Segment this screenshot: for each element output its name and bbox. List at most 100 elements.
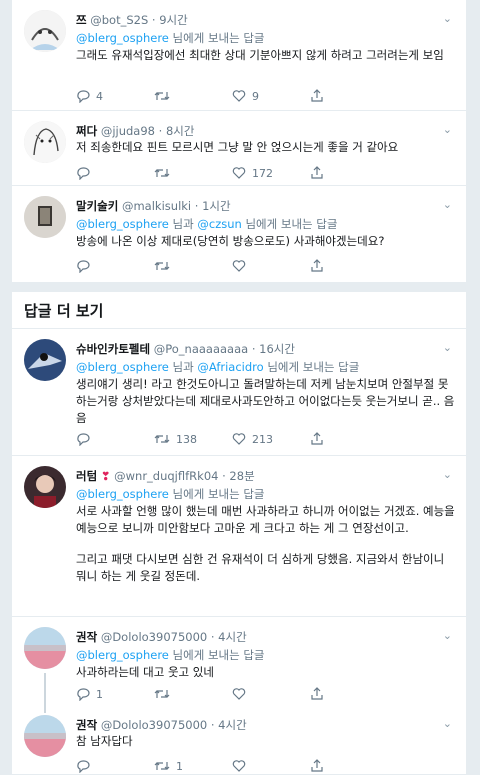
chevron-down-icon[interactable]: ⌄ — [443, 12, 452, 25]
display-name[interactable]: 러텀 — [76, 469, 97, 483]
mention-link[interactable]: @blerg_osphere — [76, 31, 169, 45]
thread-line — [44, 673, 46, 713]
retweet-icon — [154, 435, 170, 443]
mention-link[interactable]: @czsun — [197, 217, 241, 231]
chevron-down-icon[interactable]: ⌄ — [443, 468, 452, 481]
avatar[interactable] — [24, 715, 66, 757]
avatar[interactable] — [24, 121, 66, 163]
chevron-down-icon[interactable]: ⌄ — [443, 717, 452, 730]
retweet-button[interactable] — [154, 259, 176, 273]
more-replies-heading[interactable]: 답글 더 보기 — [24, 300, 103, 321]
reply-button[interactable] — [76, 432, 96, 446]
mention-link[interactable]: @blerg_osphere — [76, 217, 169, 231]
retweet-button[interactable]: 138 — [154, 432, 197, 446]
chevron-down-icon[interactable]: ⌄ — [443, 629, 452, 642]
mention-link[interactable]: @blerg_osphere — [76, 648, 169, 662]
share-button[interactable] — [310, 259, 324, 273]
share-icon — [311, 259, 323, 272]
like-count: 9 — [252, 89, 259, 103]
user-handle[interactable]: @malkisulki — [122, 199, 191, 213]
tweet-header: 쩌다 @jjuda98 · 8시간 — [76, 123, 194, 139]
timestamp[interactable]: · 28분 — [222, 469, 255, 483]
reply-button[interactable]: 4 — [76, 89, 103, 103]
user-handle[interactable]: @bot_S2S — [90, 13, 148, 27]
like-button[interactable]: 9 — [232, 89, 259, 103]
tweet-actions: 4 9 — [76, 89, 336, 105]
reply-context: @blerg_osphere 님에게 보내는 답글 — [76, 647, 265, 663]
reply-button[interactable]: 1 — [76, 687, 103, 701]
like-button[interactable]: 172 — [232, 166, 273, 180]
mention-link[interactable]: @Afriacidro — [197, 360, 263, 374]
share-button[interactable] — [310, 759, 324, 773]
reply-context: @blerg_osphere 님에게 보내는 답글 — [76, 30, 265, 46]
reply-icon — [77, 433, 90, 446]
user-handle[interactable]: @jjuda98 — [101, 124, 155, 138]
tweet-card[interactable]: 권작 @Dololo39075000 · 4시간 ⌄ @blerg_ospher… — [12, 617, 466, 713]
retweet-button[interactable]: 1 — [154, 759, 183, 773]
avatar[interactable] — [24, 339, 66, 381]
tweet-text: 방송에 나온 이상 제대로(당연히 방송으로도) 사과해야겠는데요? — [76, 234, 385, 248]
share-button[interactable] — [310, 432, 324, 446]
display-name[interactable]: 말키술키 — [76, 199, 118, 213]
tweet-text: 그래도 유재석입장에선 최대한 상대 기분아쁘지 않게 하려고 그러려는게 보임 — [76, 48, 444, 62]
tweet-card[interactable]: 권작 @Dololo39075000 · 4시간 ⌄ 참 남자답다 1 — [12, 709, 466, 774]
tweet-header: 권작 @Dololo39075000 · 4시간 — [76, 629, 247, 645]
mention-link[interactable]: @blerg_osphere — [76, 487, 169, 501]
user-handle[interactable]: @Dololo39075000 — [101, 630, 207, 644]
like-count: 213 — [252, 432, 273, 446]
retweet-icon — [154, 262, 170, 270]
timestamp[interactable]: · 8시간 — [159, 124, 195, 138]
like-button[interactable] — [232, 759, 252, 773]
tweet-text: 사과하라는데 대고 웃고 있네 — [76, 665, 214, 679]
avatar[interactable] — [24, 10, 66, 52]
tweet-card[interactable]: 말키술키 @malkisulki · 1시간 ⌄ @blerg_osphere … — [12, 186, 466, 280]
timestamp[interactable]: · 16시간 — [252, 342, 295, 356]
like-icon — [232, 167, 246, 179]
like-icon — [232, 90, 246, 102]
avatar[interactable] — [24, 466, 66, 508]
tweet-card[interactable]: 쩌다 @jjuda98 · 8시간 ⌄ 저 죄송한데요 핀트 모르시면 그냥 말… — [12, 111, 466, 185]
retweet-button[interactable] — [154, 166, 176, 180]
display-name[interactable]: 권작 — [76, 630, 97, 644]
reply-count: 4 — [96, 89, 103, 103]
share-button[interactable] — [310, 166, 324, 180]
reply-button[interactable] — [76, 259, 96, 273]
chevron-down-icon[interactable]: ⌄ — [443, 198, 452, 211]
reply-icon — [77, 760, 90, 773]
timestamp[interactable]: · 4시간 — [211, 630, 247, 644]
timestamp[interactable]: · 9시간 — [152, 13, 188, 27]
reply-button[interactable] — [76, 166, 96, 180]
avatar[interactable] — [24, 196, 66, 238]
share-button[interactable] — [310, 89, 324, 103]
like-button[interactable]: 213 — [232, 432, 273, 446]
display-name[interactable]: 권작 — [76, 718, 97, 732]
like-count: 172 — [252, 166, 273, 180]
chevron-down-icon[interactable]: ⌄ — [443, 123, 452, 136]
display-name[interactable]: 쯔 — [76, 13, 87, 27]
like-icon — [232, 433, 246, 445]
tweet-card[interactable]: 러텀 ❣ @wnr_duqjflfRk04 · 28분 ⌄ @blerg_osp… — [12, 456, 466, 614]
share-button[interactable] — [310, 687, 324, 701]
tweet-header: 러텀 ❣ @wnr_duqjflfRk04 · 28분 — [76, 468, 255, 484]
tweet-card[interactable]: 쯔 @bot_S2S · 9시간 ⌄ @blerg_osphere 님에게 보내… — [12, 0, 466, 108]
like-button[interactable] — [232, 687, 252, 701]
display-name[interactable]: 쩌다 — [76, 124, 97, 138]
chevron-down-icon[interactable]: ⌄ — [443, 341, 452, 354]
retweet-button[interactable] — [154, 687, 176, 701]
retweet-button[interactable] — [154, 89, 176, 103]
user-handle[interactable]: @Po_naaaaaaaa — [154, 342, 248, 356]
mention-link[interactable]: @blerg_osphere — [76, 360, 169, 374]
like-button[interactable] — [232, 259, 252, 273]
user-handle[interactable]: @Dololo39075000 — [101, 718, 207, 732]
reply-icon — [77, 260, 90, 273]
retweet-count: 138 — [176, 432, 197, 446]
timestamp[interactable]: · 1시간 — [195, 199, 231, 213]
avatar[interactable] — [24, 627, 66, 669]
timestamp[interactable]: · 4시간 — [211, 718, 247, 732]
like-icon — [232, 260, 246, 272]
reply-context: @blerg_osphere 님과 @Afriacidro 님에게 보내는 답글 — [76, 359, 359, 375]
display-name[interactable]: 슈바인카토펠테 — [76, 342, 150, 356]
reply-button[interactable] — [76, 759, 96, 773]
user-handle[interactable]: @wnr_duqjflfRk04 — [114, 469, 218, 483]
tweet-card[interactable]: 슈바인카토펠테 @Po_naaaaaaaa · 16시간 ⌄ @blerg_os… — [12, 329, 466, 455]
